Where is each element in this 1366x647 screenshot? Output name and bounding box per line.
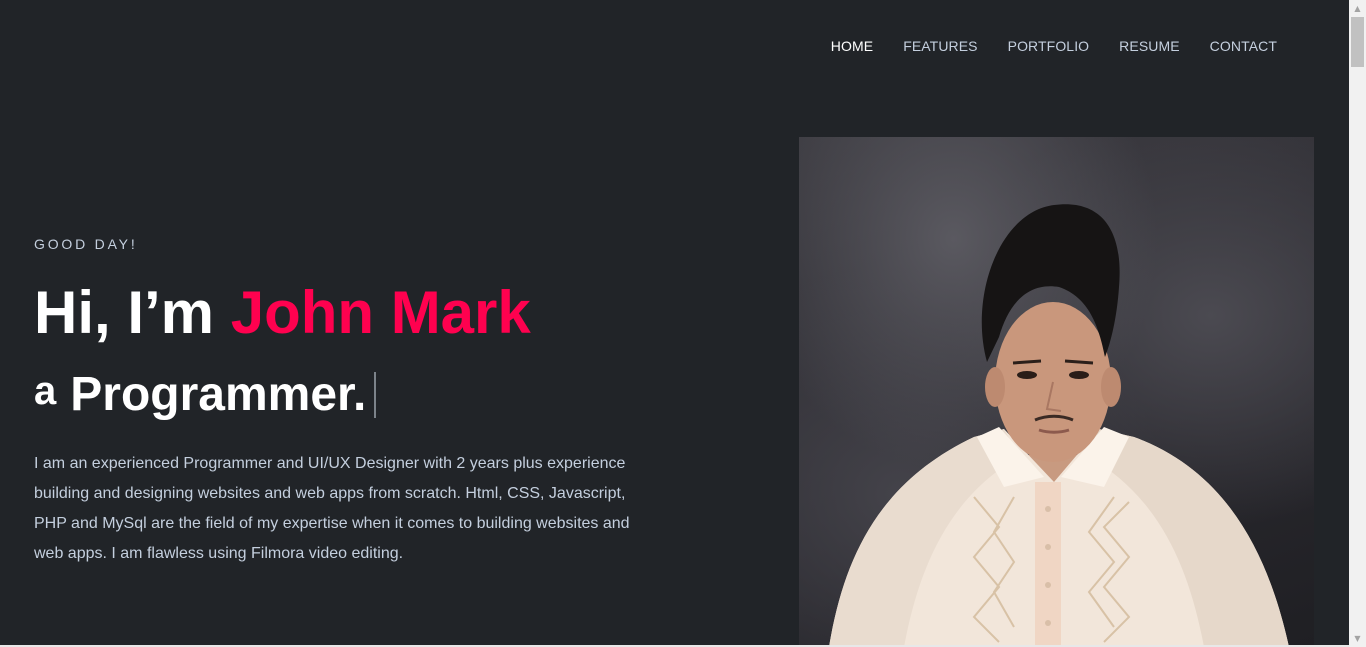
nav-item-contact[interactable]: CONTACT [1210,38,1277,54]
vertical-scrollbar[interactable]: ▲ ▼ [1349,0,1366,647]
portrait-illustration [829,204,1289,647]
nav-item-resume[interactable]: RESUME [1119,38,1180,54]
greeting-text: GOOD DAY! [34,236,138,252]
hero-role: a Programmer. [34,368,377,422]
scroll-up-arrow-icon[interactable]: ▲ [1349,0,1366,17]
scroll-thumb[interactable] [1351,17,1364,67]
nav-item-home[interactable]: HOME [831,38,873,54]
hero-description: I am an experienced Programmer and UI/UX… [34,455,630,562]
page: HOME FEATURES PORTFOLIO RESUME CONTACT G… [0,0,1349,647]
profile-photo [799,137,1314,647]
typing-cursor [374,372,377,418]
main-nav: HOME FEATURES PORTFOLIO RESUME CONTACT [801,38,1277,54]
nav-item-features[interactable]: FEATURES [903,38,977,54]
nav-item-portfolio[interactable]: PORTFOLIO [1008,38,1090,54]
role-prefix: a [34,369,57,413]
hero-name: John Mark [230,279,531,346]
hero-headline: Hi, I’m John Mark [34,280,531,346]
role-text: Programmer. [70,368,367,421]
headline-prefix: Hi, I’m [34,279,231,346]
scroll-down-arrow-icon[interactable]: ▼ [1349,630,1366,647]
